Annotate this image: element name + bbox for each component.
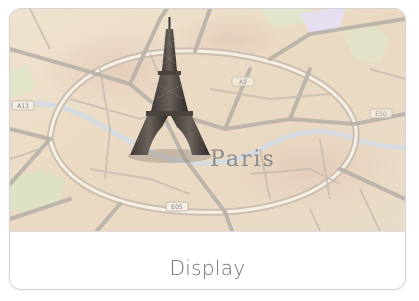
svg-text:A13: A13 xyxy=(17,103,29,110)
svg-text:A1: A1 xyxy=(239,79,247,86)
map-thumbnail: A13 E05 A1 E50 Paris xyxy=(10,9,405,231)
display-option-card[interactable]: A13 E05 A1 E50 Paris Display xyxy=(9,8,406,290)
display-label: Display xyxy=(169,255,246,280)
road-shield-e50: E50 xyxy=(369,108,393,119)
road-shield-a13: A13 xyxy=(11,100,35,111)
city-label: Paris xyxy=(210,147,276,172)
svg-text:E05: E05 xyxy=(171,204,183,211)
card-caption: Display xyxy=(10,231,405,289)
paris-map-illustration: A13 E05 A1 E50 Paris xyxy=(10,9,405,231)
road-shield-e05: E05 xyxy=(165,201,189,212)
svg-text:E50: E50 xyxy=(375,111,387,118)
road-shield-a1: A1 xyxy=(231,76,255,87)
